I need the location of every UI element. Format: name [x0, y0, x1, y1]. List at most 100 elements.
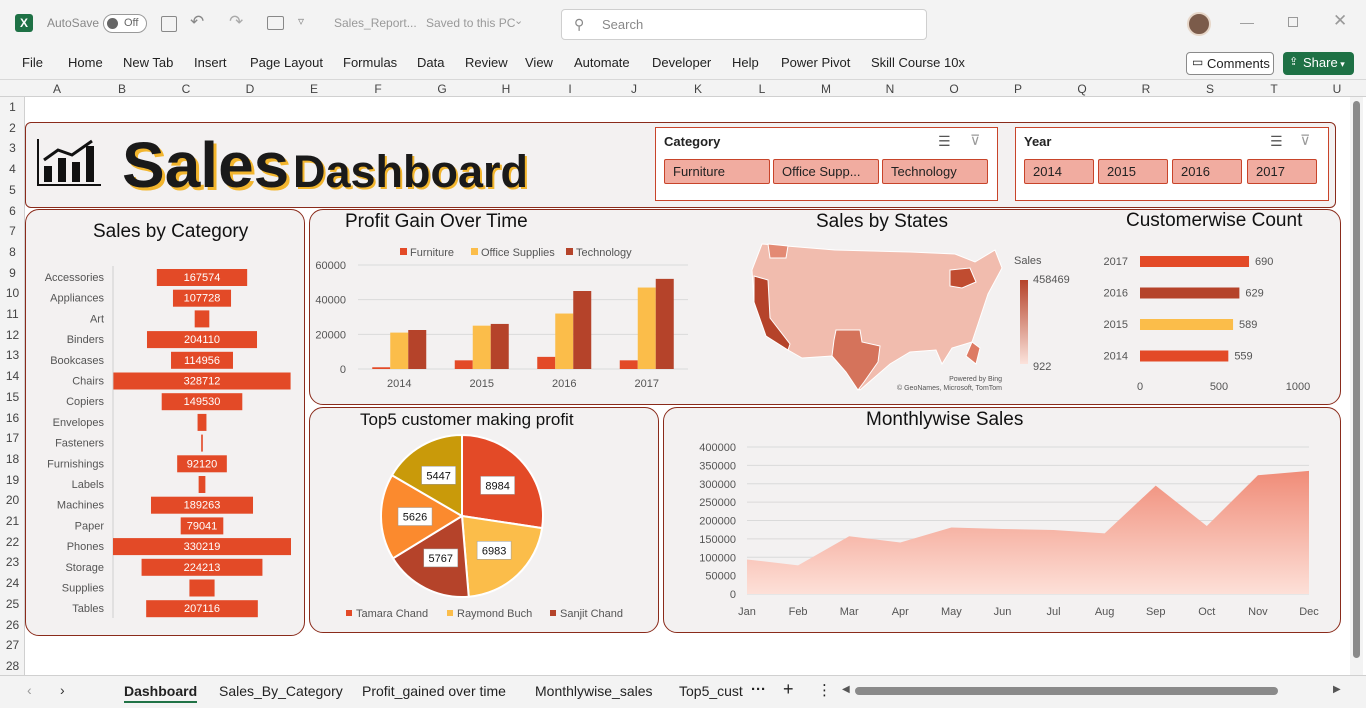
row-14[interactable]: 14: [0, 369, 25, 383]
column-q[interactable]: Q: [1072, 82, 1092, 96]
slicer-item-furniture[interactable]: Furniture: [664, 159, 770, 184]
column-p[interactable]: P: [1008, 82, 1028, 96]
column-l[interactable]: L: [752, 82, 772, 96]
clear-filter-icon[interactable]: ⊽: [970, 132, 980, 149]
row-15[interactable]: 15: [0, 390, 25, 404]
tab-new-tab[interactable]: New Tab: [123, 55, 173, 70]
tab-page-layout[interactable]: Page Layout: [250, 55, 323, 70]
scroll-left-icon[interactable]: ◀: [842, 684, 850, 695]
row-24[interactable]: 24: [0, 576, 25, 590]
row-17[interactable]: 17: [0, 431, 25, 445]
tab-file[interactable]: File: [22, 55, 43, 70]
column-t[interactable]: T: [1264, 82, 1284, 96]
scroll-right-icon[interactable]: ▶: [1333, 684, 1341, 695]
vertical-scroll-thumb[interactable]: [1353, 101, 1360, 658]
column-e[interactable]: E: [304, 82, 324, 96]
column-o[interactable]: O: [944, 82, 964, 96]
multi-select-icon[interactable]: ☰: [938, 133, 951, 150]
options-icon[interactable]: ⋮: [817, 681, 832, 699]
row-3[interactable]: 3: [0, 141, 25, 155]
column-d[interactable]: D: [240, 82, 260, 96]
tab-skill-course[interactable]: Skill Course 10x: [871, 55, 965, 70]
slicer-item-2016[interactable]: 2016: [1172, 159, 1242, 184]
row-20[interactable]: 20: [0, 493, 25, 507]
sheet-tab-dashboard[interactable]: Dashboard: [124, 683, 198, 703]
tab-view[interactable]: View: [525, 55, 553, 70]
vertical-scrollbar[interactable]: [1350, 97, 1363, 675]
slicer-item-technology[interactable]: Technology: [882, 159, 988, 184]
close-icon[interactable]: ✕: [1333, 11, 1347, 31]
column-c[interactable]: C: [176, 82, 196, 96]
column-j[interactable]: J: [624, 82, 644, 96]
row-11[interactable]: 11: [0, 307, 25, 321]
tab-power-pivot[interactable]: Power Pivot: [781, 55, 850, 70]
column-a[interactable]: A: [47, 82, 67, 96]
sheet-tab-monthlywise-sales[interactable]: Monthlywise_sales: [535, 683, 653, 699]
sheet-tab-profit-gained[interactable]: Profit_gained over time: [362, 683, 506, 699]
restore-icon[interactable]: [1288, 17, 1298, 27]
column-n[interactable]: N: [880, 82, 900, 96]
tab-automate[interactable]: Automate: [574, 55, 630, 70]
slicer-item-2014[interactable]: 2014: [1024, 159, 1094, 184]
minimize-icon[interactable]: —: [1240, 14, 1254, 30]
row-4[interactable]: 4: [0, 162, 25, 176]
tab-formulas[interactable]: Formulas: [343, 55, 397, 70]
tab-home[interactable]: Home: [68, 55, 103, 70]
redo-icon[interactable]: ↷: [229, 12, 243, 32]
row-10[interactable]: 10: [0, 286, 25, 300]
column-f[interactable]: F: [368, 82, 388, 96]
file-title[interactable]: Sales_Report...: [334, 16, 417, 30]
more-sheets-icon[interactable]: ···: [751, 681, 766, 698]
save-status[interactable]: Saved to this PC: [426, 16, 515, 30]
save-icon[interactable]: [161, 16, 177, 32]
undo-icon[interactable]: ↶: [190, 12, 204, 32]
tab-data[interactable]: Data: [417, 55, 444, 70]
row-9[interactable]: 9: [0, 266, 25, 280]
column-b[interactable]: B: [112, 82, 132, 96]
scroll-tabs-left-icon[interactable]: ‹: [27, 682, 32, 698]
row-23[interactable]: 23: [0, 555, 25, 569]
column-i[interactable]: I: [560, 82, 580, 96]
row-27[interactable]: 27: [0, 638, 25, 652]
column-s[interactable]: S: [1200, 82, 1220, 96]
tab-insert[interactable]: Insert: [194, 55, 227, 70]
customize-toolbar-icon[interactable]: ▿: [298, 14, 304, 28]
clear-filter-icon[interactable]: ⊽: [1300, 132, 1310, 149]
row-21[interactable]: 21: [0, 514, 25, 528]
row-1[interactable]: 1: [0, 100, 25, 114]
add-sheet-icon[interactable]: +: [783, 679, 794, 700]
row-2[interactable]: 2: [0, 121, 25, 135]
scroll-tabs-right-icon[interactable]: ›: [60, 682, 65, 698]
row-5[interactable]: 5: [0, 183, 25, 197]
row-19[interactable]: 19: [0, 473, 25, 487]
slicer-item-office-supplies[interactable]: Office Supp...: [773, 159, 879, 184]
row-6[interactable]: 6: [0, 204, 25, 218]
column-h[interactable]: H: [496, 82, 516, 96]
row-8[interactable]: 8: [0, 245, 25, 259]
share-button[interactable]: ⇪ Share ▾: [1283, 52, 1354, 75]
row-7[interactable]: 7: [0, 224, 25, 238]
multi-select-icon[interactable]: ☰: [1270, 133, 1283, 150]
avatar[interactable]: [1187, 12, 1211, 36]
column-u[interactable]: U: [1327, 82, 1347, 96]
row-25[interactable]: 25: [0, 597, 25, 611]
search-input[interactable]: ⚲ Search: [561, 9, 927, 40]
row-13[interactable]: 13: [0, 348, 25, 362]
tab-review[interactable]: Review: [465, 55, 508, 70]
autosave-toggle[interactable]: Off: [103, 14, 147, 33]
comments-button[interactable]: ▭ Comments: [1186, 52, 1274, 75]
tab-help[interactable]: Help: [732, 55, 759, 70]
row-18[interactable]: 18: [0, 452, 25, 466]
sheet-tab-top5-cust[interactable]: Top5_cust: [679, 683, 743, 699]
sheet-tab-sales-by-category[interactable]: Sales_By_Category: [219, 683, 343, 699]
row-12[interactable]: 12: [0, 328, 25, 342]
column-r[interactable]: R: [1136, 82, 1156, 96]
column-m[interactable]: M: [816, 82, 836, 96]
slicer-item-2017[interactable]: 2017: [1247, 159, 1317, 184]
row-16[interactable]: 16: [0, 411, 25, 425]
slicer-item-2015[interactable]: 2015: [1098, 159, 1168, 184]
row-26[interactable]: 26: [0, 618, 25, 632]
column-k[interactable]: K: [688, 82, 708, 96]
camera-icon[interactable]: [267, 16, 284, 30]
tab-developer[interactable]: Developer: [652, 55, 711, 70]
